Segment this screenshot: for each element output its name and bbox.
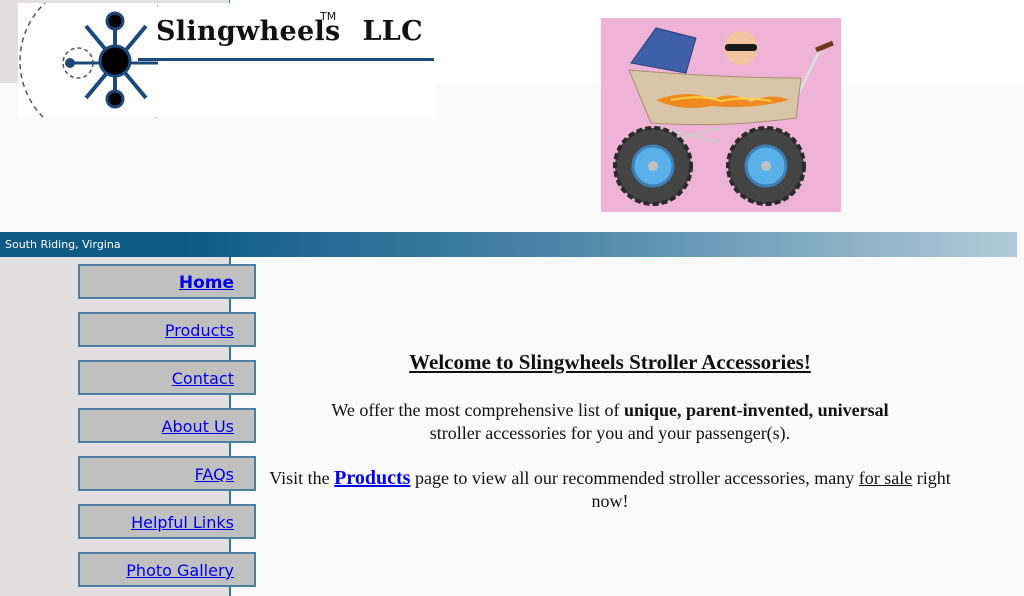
intro-text-end: stroller accessories for you and your pa…	[429, 423, 791, 443]
nav-link-contact[interactable]: Contact	[172, 369, 234, 388]
welcome-heading: Welcome to Slingwheels Stroller Accessor…	[409, 350, 811, 374]
trademark-symbol: TM	[320, 10, 337, 23]
nav-contact-button[interactable]: Contact	[78, 360, 256, 395]
company-logo[interactable]: Slingwheels LLC TM	[18, 3, 436, 118]
logo-text: Slingwheels LLC	[156, 16, 423, 47]
nav-link-about-us[interactable]: About Us	[162, 417, 234, 436]
location-banner: South Riding, Virgina	[0, 232, 1017, 257]
nav-link-faqs[interactable]: FAQs	[195, 465, 234, 484]
intro-highlight: unique, parent-invented, universal	[623, 400, 889, 420]
logo-underline	[138, 58, 434, 61]
nav-photo-gallery-button[interactable]: Photo Gallery	[78, 552, 256, 587]
nav-link-photo-gallery[interactable]: Photo Gallery	[126, 561, 234, 580]
products-text: Visit the	[269, 468, 335, 488]
nav-products-button[interactable]: Products	[78, 312, 256, 347]
intro-paragraph: We offer the most comprehensive list of …	[260, 399, 960, 445]
stroller-photo	[601, 18, 841, 212]
nav-link-home[interactable]: Home	[179, 273, 234, 293]
for-sale-text: for sale	[858, 468, 913, 488]
nav-home-button[interactable]: Home	[78, 264, 256, 299]
location-text: South Riding, Virgina	[5, 238, 121, 251]
products-paragraph: Visit the Products page to view all our …	[260, 467, 960, 513]
nav-about-button[interactable]: About Us	[78, 408, 256, 443]
nav-link-helpful-links[interactable]: Helpful Links	[131, 513, 234, 532]
main-content: Welcome to Slingwheels Stroller Accessor…	[260, 350, 960, 513]
logo-icon	[19, 3, 158, 118]
nav-link-products[interactable]: Products	[165, 321, 234, 340]
nav-helpful-links-button[interactable]: Helpful Links	[78, 504, 256, 539]
products-text-middle: page to view all our recommended strolle…	[410, 468, 859, 488]
products-link[interactable]: Products	[334, 467, 410, 489]
nav-faqs-button[interactable]: FAQs	[78, 456, 256, 491]
intro-text: We offer the most comprehensive list of	[331, 400, 624, 420]
